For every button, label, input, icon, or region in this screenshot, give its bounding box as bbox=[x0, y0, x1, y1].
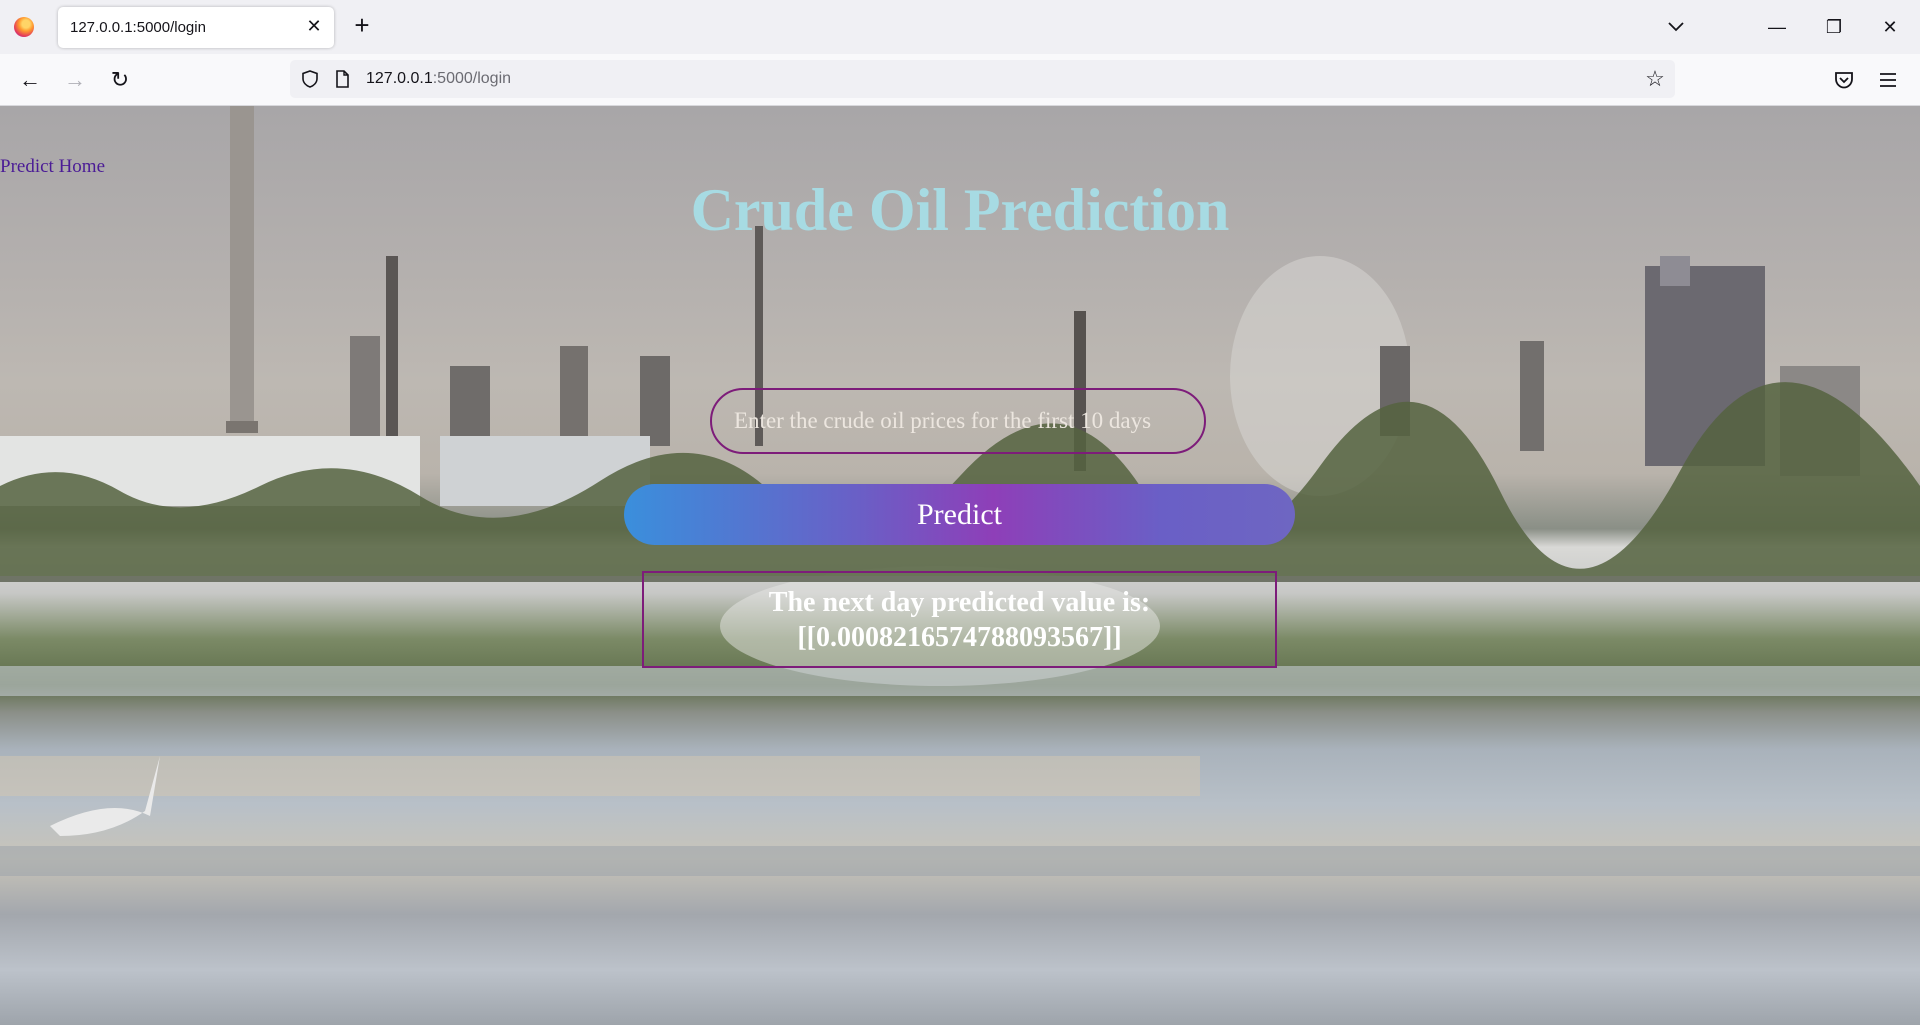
url-host: 127.0.0.1 bbox=[366, 70, 433, 87]
predict-button[interactable]: Predict bbox=[624, 484, 1295, 545]
predict-home-link[interactable]: Predict Home bbox=[0, 156, 105, 178]
prediction-result-box: The next day predicted value is:[[0.0008… bbox=[642, 571, 1277, 668]
firefox-logo-icon bbox=[14, 17, 34, 37]
tab-strip: 127.0.0.1:5000/login ✕ + — ❐ ✕ bbox=[0, 0, 1920, 54]
tab-title: 127.0.0.1:5000/login bbox=[70, 19, 206, 36]
bookmark-star-icon[interactable]: ☆ bbox=[1643, 67, 1667, 91]
address-bar[interactable]: 127.0.0.1:5000/login ☆ bbox=[290, 60, 1675, 98]
tab-active[interactable]: 127.0.0.1:5000/login ✕ bbox=[58, 7, 334, 48]
new-tab-icon[interactable]: + bbox=[350, 12, 374, 38]
page-viewport: Predict Home Crude Oil Prediction Predic… bbox=[0, 106, 1920, 1025]
navigation-toolbar: ← → ↻ 127.0.0.1:5000/login ☆ bbox=[0, 54, 1920, 106]
prediction-result-text: The next day predicted value is:[[0.0008… bbox=[768, 586, 1151, 653]
forward-arrow-icon[interactable]: → bbox=[61, 66, 89, 94]
tab-close-icon[interactable]: ✕ bbox=[304, 16, 324, 36]
page-title: Crude Oil Prediction bbox=[690, 177, 1230, 243]
restore-icon[interactable]: ❐ bbox=[1811, 10, 1857, 44]
shield-icon[interactable] bbox=[300, 69, 320, 89]
url-text[interactable]: 127.0.0.1:5000/login bbox=[366, 70, 511, 88]
crude-oil-prices-input[interactable] bbox=[710, 388, 1206, 454]
page-info-icon[interactable] bbox=[332, 69, 352, 89]
pocket-icon[interactable] bbox=[1832, 68, 1856, 92]
reload-icon[interactable]: ↻ bbox=[106, 66, 134, 94]
close-window-icon[interactable]: ✕ bbox=[1867, 10, 1913, 44]
minimize-icon[interactable]: — bbox=[1754, 10, 1800, 44]
hamburger-menu-icon[interactable] bbox=[1876, 68, 1900, 92]
list-all-tabs-icon[interactable] bbox=[1664, 14, 1688, 38]
url-path: :5000/login bbox=[432, 70, 512, 87]
back-arrow-icon[interactable]: ← bbox=[16, 66, 44, 94]
